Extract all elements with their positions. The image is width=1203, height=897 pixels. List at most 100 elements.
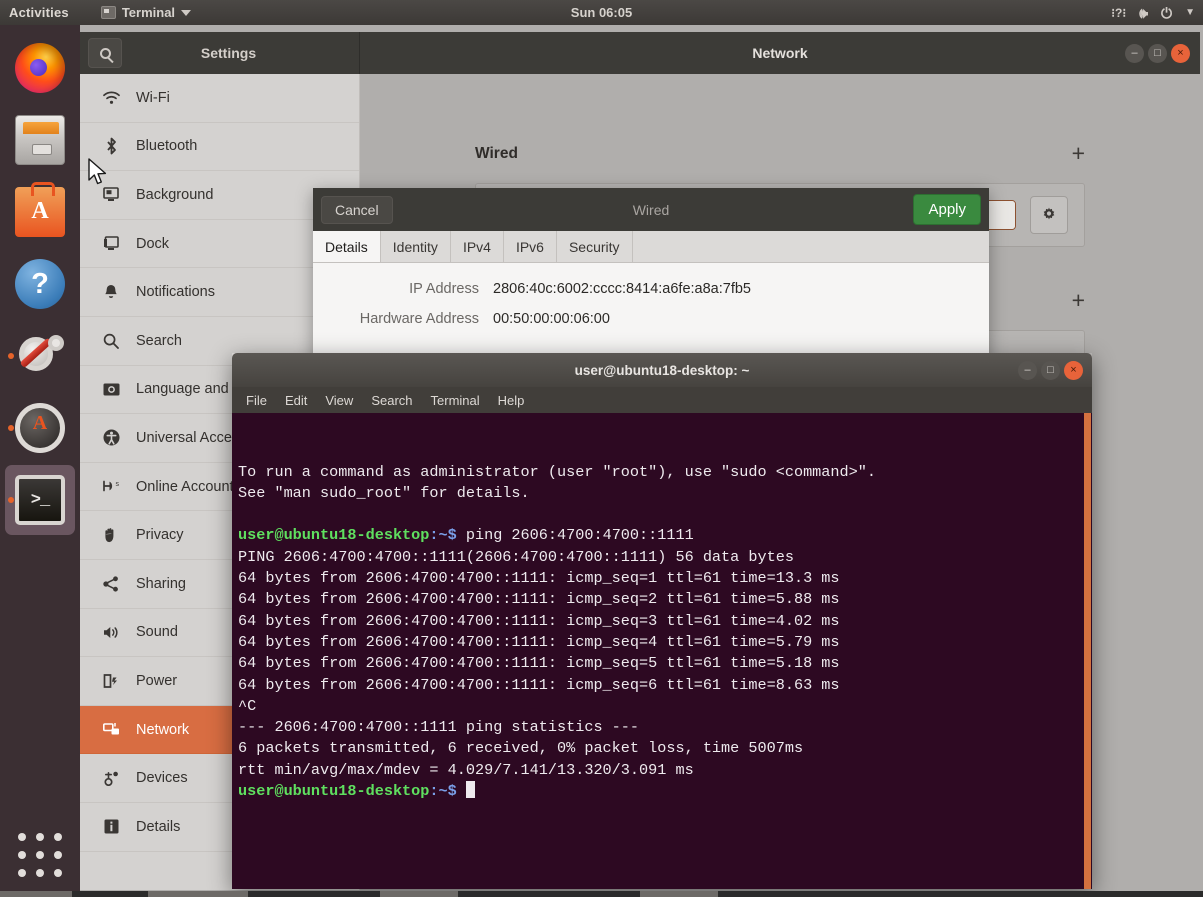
wired-dialog-content: IP Address 2806:40c:6002:cccc:8414:a6fe:… (313, 263, 989, 327)
maximize-button[interactable]: □ (1148, 44, 1167, 63)
terminal-line: 64 bytes from 2606:4700:4700::1111: icmp… (238, 568, 1092, 589)
add-connection-button[interactable]: + (1072, 289, 1085, 312)
terminal-menubar: File Edit View Search Terminal Help (232, 387, 1092, 413)
menu-terminal[interactable]: Terminal (431, 393, 480, 408)
settings-titlebar: Settings Network – □ × (80, 32, 1200, 74)
online-accounts-icon: s (102, 479, 120, 494)
terminal-icon: >_ (15, 475, 65, 525)
show-applications-button[interactable] (16, 831, 64, 879)
sidebar-item-label: Details (136, 819, 180, 835)
network-icon (102, 722, 120, 737)
privacy-hand-icon (102, 527, 120, 543)
accessibility-icon[interactable]: ⁝?⁝ (1111, 7, 1126, 19)
tab-ipv4[interactable]: IPv4 (451, 231, 504, 262)
sidebar-item-label: Search (136, 333, 182, 349)
terminal-line: 64 bytes from 2606:4700:4700::1111: icmp… (238, 632, 1092, 653)
wired-settings-button[interactable] (1030, 196, 1068, 234)
menu-file[interactable]: File (246, 393, 267, 408)
terminal-line: user@ubuntu18-desktop:~$ (238, 781, 1092, 802)
terminal-prompt: user@ubuntu18-desktop (238, 526, 429, 544)
dock-item-software-updater[interactable] (5, 393, 75, 463)
devices-icon (102, 771, 120, 786)
dock-item-firefox[interactable] (5, 33, 75, 103)
terminal-line: 6 packets transmitted, 6 received, 0% pa… (238, 738, 1092, 759)
window-controls: – □ × (1125, 44, 1190, 63)
app-menu[interactable]: Terminal (101, 5, 191, 20)
terminal-line: To run a command as administrator (user … (238, 462, 1092, 483)
sidebar-item-label: Dock (136, 236, 169, 252)
sidebar-item-label: Devices (136, 770, 188, 786)
dropdown-caret-icon[interactable]: ▼ (1185, 8, 1195, 18)
menu-view[interactable]: View (325, 393, 353, 408)
chevron-down-icon (181, 10, 191, 16)
files-icon (15, 115, 65, 165)
search-button[interactable] (88, 38, 122, 68)
help-icon: ? (15, 259, 65, 309)
host-taskbar-strip (0, 891, 1203, 897)
dock-item-settings[interactable] (5, 321, 75, 391)
terminal-line: 64 bytes from 2606:4700:4700::1111: icmp… (238, 611, 1092, 632)
updater-icon (15, 403, 65, 453)
cancel-button[interactable]: Cancel (321, 196, 393, 224)
sidebar-item-label: Background (136, 187, 213, 203)
sidebar-item-label: Network (136, 722, 189, 738)
terminal-window: user@ubuntu18-desktop: ~ – □ × File Edit… (232, 353, 1092, 889)
terminal-line: ^C (238, 696, 1092, 717)
sidebar-item-label: Online Accounts (136, 479, 241, 495)
close-button[interactable]: × (1064, 361, 1083, 380)
maximize-button[interactable]: □ (1041, 361, 1060, 380)
menu-edit[interactable]: Edit (285, 393, 307, 408)
close-button[interactable]: × (1171, 44, 1190, 63)
minimize-button[interactable]: – (1018, 361, 1037, 380)
wired-settings-dialog: Cancel Wired Apply Details Identity IPv4… (313, 188, 989, 363)
dock-item-help[interactable]: ? (5, 249, 75, 319)
dock-item-ubuntu-software[interactable] (5, 177, 75, 247)
tab-ipv6[interactable]: IPv6 (504, 231, 557, 262)
terminal-cursor (466, 781, 475, 798)
sidebar-item-label: Universal Access (136, 430, 246, 446)
ubuntu-dock: ? >_ (0, 25, 80, 897)
tools-icon (15, 331, 65, 381)
panel-title: Network (360, 45, 1200, 61)
firefox-icon (15, 43, 65, 93)
minimize-button[interactable]: – (1125, 44, 1144, 63)
terminal-line: 64 bytes from 2606:4700:4700::1111: icmp… (238, 675, 1092, 696)
sidebar-item-label: Bluetooth (136, 138, 197, 154)
wired-dialog-title: Wired (313, 202, 989, 218)
dock-item-terminal[interactable]: >_ (5, 465, 75, 535)
menu-search[interactable]: Search (371, 393, 412, 408)
settings-title: Settings (122, 45, 359, 61)
apply-button[interactable]: Apply (913, 194, 981, 225)
wifi-icon (102, 91, 120, 105)
power-icon[interactable]: ⏻ (1161, 6, 1172, 20)
system-tray[interactable]: ⁝?⁝ 🕪 ⏻ ▼ (1111, 6, 1195, 20)
terminal-line: rtt min/avg/max/mdev = 4.029/7.141/13.32… (238, 760, 1092, 781)
dock-item-files[interactable] (5, 105, 75, 175)
terminal-line: 64 bytes from 2606:4700:4700::1111: icmp… (238, 653, 1092, 674)
software-store-icon (15, 187, 65, 237)
tab-details[interactable]: Details (313, 231, 381, 262)
field-value: 00:50:00:00:06:00 (493, 311, 610, 327)
universal-access-icon (102, 429, 120, 446)
tab-security[interactable]: Security (557, 231, 633, 262)
terminal-output[interactable]: To run a command as administrator (user … (232, 413, 1092, 889)
volume-icon[interactable]: 🕪 (1139, 6, 1148, 20)
menu-help[interactable]: Help (498, 393, 525, 408)
section-title: Wired (475, 145, 518, 163)
field-ip-address: IP Address 2806:40c:6002:cccc:8414:a6fe:… (313, 281, 989, 297)
add-wired-button[interactable]: + (1072, 142, 1085, 165)
field-label: Hardware Address (313, 311, 493, 327)
terminal-scrollbar[interactable] (1083, 413, 1092, 889)
desktop-screen: Activities Terminal Sun 06:05 ⁝?⁝ 🕪 ⏻ ▼ … (0, 0, 1203, 897)
sidebar-item-label: Power (136, 673, 177, 689)
terminal-icon (101, 6, 116, 19)
activities-button[interactable]: Activities (9, 5, 69, 20)
details-info-icon (102, 819, 120, 834)
tab-identity[interactable]: Identity (381, 231, 451, 262)
dock-icon (102, 236, 120, 251)
sidebar-item-bluetooth[interactable]: Bluetooth (80, 123, 359, 172)
background-icon (102, 187, 120, 202)
sidebar-item-wi-fi[interactable]: Wi-Fi (80, 74, 359, 123)
svg-text:s: s (115, 481, 119, 488)
bell-icon (102, 284, 120, 300)
